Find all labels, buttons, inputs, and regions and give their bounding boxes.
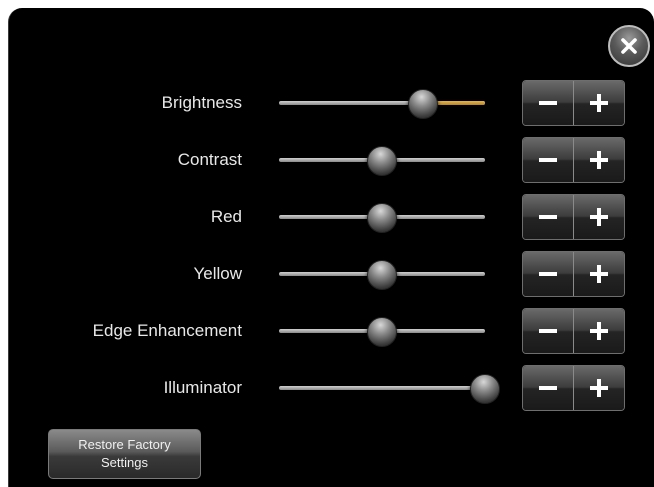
restore-label-line1: Restore Factory [78,437,171,453]
illuminator-slider-knob[interactable] [470,374,500,404]
contrast-stepper [522,137,625,183]
plus-icon [590,322,608,340]
edge-enhancement-decrease-button[interactable] [523,309,573,353]
red-increase-button[interactable] [573,195,624,239]
yellow-slider-knob[interactable] [367,260,397,290]
contrast-slider-knob[interactable] [367,146,397,176]
brightness-decrease-button[interactable] [523,81,573,125]
red-decrease-button[interactable] [523,195,573,239]
plus-icon [590,151,608,169]
setting-row-brightness: Brightness [0,80,654,126]
plus-icon [590,94,608,112]
minus-icon [539,329,557,333]
edge-enhancement-increase-button[interactable] [573,309,624,353]
setting-row-edge-enhancement: Edge Enhancement [0,308,654,354]
setting-label-edge-enhancement: Edge Enhancement [92,321,242,340]
setting-label-illuminator: Illuminator [163,378,242,397]
edge-enhancement-slider-knob[interactable] [367,317,397,347]
setting-row-yellow: Yellow [0,251,654,297]
brightness-stepper [522,80,625,126]
illuminator-decrease-button[interactable] [523,366,573,410]
close-icon [621,38,637,54]
plus-icon [590,379,608,397]
brightness-increase-button[interactable] [573,81,624,125]
minus-icon [539,215,557,219]
setting-label-brightness: Brightness [161,93,242,112]
red-stepper [522,194,625,240]
yellow-decrease-button[interactable] [523,252,573,296]
plus-icon [590,208,608,226]
setting-row-contrast: Contrast [0,137,654,183]
red-slider-knob[interactable] [367,203,397,233]
contrast-increase-button[interactable] [573,138,624,182]
setting-label-red: Red [210,207,242,226]
illuminator-slider-track[interactable] [279,386,485,390]
plus-icon [590,265,608,283]
close-button[interactable] [608,25,650,67]
illuminator-increase-button[interactable] [573,366,624,410]
restore-label-line2: Settings [101,455,148,470]
minus-icon [539,272,557,276]
yellow-stepper [522,251,625,297]
restore-factory-settings-button[interactable]: Restore Factory Settings [48,429,201,479]
minus-icon [539,158,557,162]
minus-icon [539,101,557,105]
setting-row-illuminator: Illuminator [0,365,654,411]
edge-enhancement-stepper [522,308,625,354]
contrast-decrease-button[interactable] [523,138,573,182]
setting-row-red: Red [0,194,654,240]
yellow-increase-button[interactable] [573,252,624,296]
minus-icon [539,386,557,390]
setting-label-contrast: Contrast [177,150,242,169]
brightness-slider-knob[interactable] [408,89,439,119]
illuminator-stepper [522,365,625,411]
setting-label-yellow: Yellow [193,264,242,283]
